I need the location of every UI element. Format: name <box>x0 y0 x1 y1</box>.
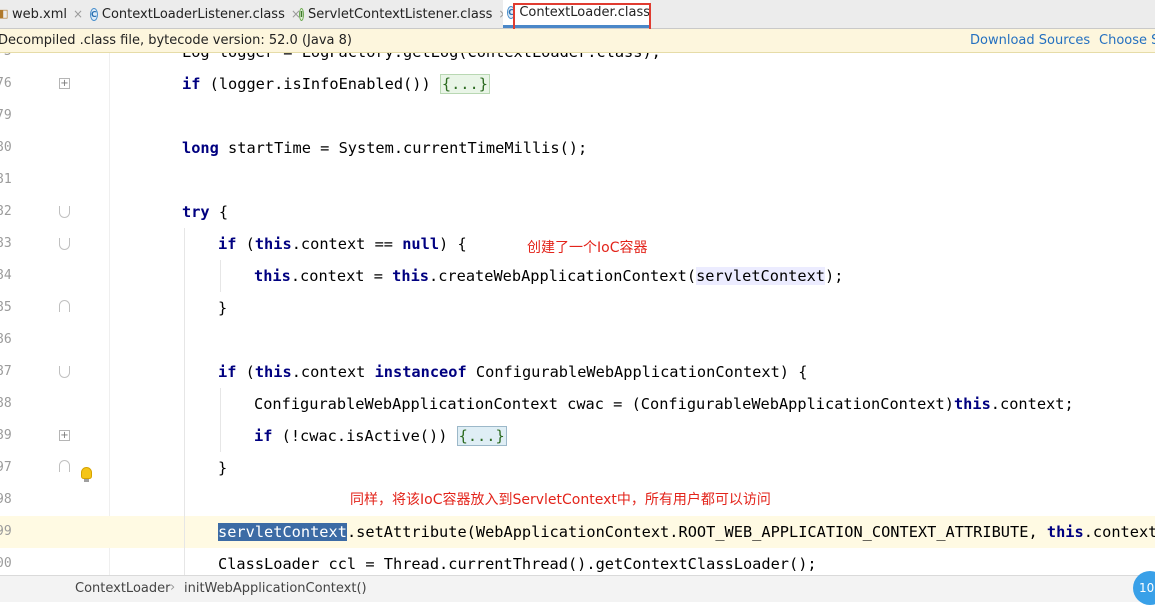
tab-label: ContextLoaderListener.class <box>101 6 285 22</box>
code-line: } <box>218 299 228 317</box>
indent-guide <box>220 388 221 452</box>
code-text: ) { <box>439 235 467 253</box>
code-text: { <box>209 203 229 221</box>
line-number: 00 <box>0 556 12 571</box>
code-line: try { <box>182 196 228 228</box>
line-number: 76 <box>0 76 12 91</box>
line-number: 88 <box>0 396 12 411</box>
keyword: try <box>182 203 210 221</box>
fold-collapse-icon[interactable] <box>59 206 70 218</box>
keyword: if <box>218 235 237 253</box>
keyword: if <box>218 363 237 381</box>
indent-guide <box>184 228 185 575</box>
tab-contextloaderlistener[interactable]: C ContextLoaderListener.class × <box>86 0 301 28</box>
keyword: this <box>254 267 291 285</box>
identifier-highlight[interactable]: servletContext <box>696 267 826 285</box>
chevron-right-icon: › <box>170 580 176 595</box>
line-number: 86 <box>0 332 12 347</box>
folded-block[interactable]: {...} <box>439 74 490 94</box>
keyword: this <box>392 267 429 285</box>
keyword: if <box>182 75 201 93</box>
folded-block[interactable]: {...} <box>456 426 507 446</box>
code-line: if (!cwac.isActive()) {...} <box>254 420 507 452</box>
code-line: servletContext.setAttribute(WebApplicati… <box>218 516 1155 548</box>
breadcrumb-class[interactable]: ContextLoader <box>75 581 170 596</box>
line-number: 81 <box>0 172 12 187</box>
xml-file-icon: ◧ <box>0 6 9 20</box>
class-file-icon: I <box>299 7 304 21</box>
line-number: 87 <box>0 364 12 379</box>
code-text: .context = <box>290 267 393 285</box>
choose-sources-link[interactable]: Choose S <box>1099 33 1155 48</box>
code-text: .context == <box>291 235 403 253</box>
code-text: ( <box>236 363 255 381</box>
line-number: 98 <box>0 492 12 507</box>
keyword: this <box>1046 523 1084 541</box>
annotation-put-servletcontext: 同样，将该IoC容器放入到ServletContext中，所有用户都可以访问 <box>350 492 771 508</box>
code-text: ConfigurableWebApplicationContext) { <box>466 363 808 381</box>
fold-gutter <box>50 53 110 575</box>
code-text: .createWebApplicationContext( <box>429 267 697 285</box>
annotation-create-ioc: 创建了一个IoC容器 <box>527 240 648 256</box>
fold-end-icon[interactable] <box>59 300 70 312</box>
fold-end-icon[interactable] <box>59 460 70 472</box>
fold-collapse-icon[interactable] <box>59 366 70 378</box>
download-sources-link[interactable]: Download Sources <box>970 33 1090 48</box>
close-icon[interactable]: × <box>73 7 83 21</box>
keyword: instanceof <box>374 363 467 381</box>
keyword: this <box>254 363 292 381</box>
line-number: 97 <box>0 460 12 475</box>
code-text: .context); <box>1083 523 1155 541</box>
fold-expand-icon[interactable]: + <box>59 78 70 89</box>
fold-expand-icon[interactable]: + <box>59 430 70 441</box>
code-text: ); <box>825 267 844 285</box>
code-text: ConfigurableWebApplicationContext cwac =… <box>254 395 954 413</box>
keyword: this <box>953 395 991 413</box>
code-line: if (logger.isInfoEnabled()) {...} <box>182 68 490 100</box>
tab-label: web.xml <box>12 6 67 22</box>
lightbulb-icon[interactable] <box>81 467 92 482</box>
line-number: 85 <box>0 300 12 315</box>
code-text: .setAttribute(WebApplicationContext.ROOT… <box>346 523 1047 541</box>
code-line: Log logger = LogFactory.getLog(ContextLo… <box>182 53 661 68</box>
decompiled-notice-bar: Decompiled .class file, bytecode version… <box>0 29 1155 53</box>
tab-web-xml[interactable]: ◧ web.xml × <box>0 0 83 28</box>
notice-text: Decompiled .class file, bytecode version… <box>0 33 352 48</box>
line-number: 80 <box>0 140 12 155</box>
code-editor[interactable]: 75 76 79 80 81 82 83 84 85 86 87 88 89 9… <box>0 53 1155 575</box>
keyword: long <box>182 139 219 157</box>
line-number: 82 <box>0 204 12 219</box>
indent-guide <box>220 260 221 292</box>
line-number: 89 <box>0 428 12 443</box>
tab-servletcontextlistener[interactable]: I ServletContextListener.class × <box>295 0 508 28</box>
code-text: (logger.isInfoEnabled()) <box>200 75 440 93</box>
line-number: 84 <box>0 268 12 283</box>
code-line: this.context = this.createWebApplication… <box>254 260 843 292</box>
line-number: 83 <box>0 236 12 251</box>
code-text: .context; <box>990 395 1074 413</box>
class-file-icon: C <box>90 7 98 21</box>
code-line: ClassLoader ccl = Thread.currentThread()… <box>218 555 817 573</box>
code-text: ( <box>236 235 255 253</box>
selected-identifier[interactable]: servletContext <box>218 523 347 541</box>
keyword: if <box>254 427 273 445</box>
code-line: ConfigurableWebApplicationContext cwac =… <box>254 388 1074 420</box>
code-text: (!cwac.isActive()) <box>272 427 457 445</box>
breadcrumb: ContextLoader › initWebApplicationContex… <box>0 575 1155 602</box>
keyword: null <box>402 235 440 253</box>
breadcrumb-method[interactable]: initWebApplicationContext() <box>184 581 367 596</box>
line-number: 75 <box>0 53 12 68</box>
code-text: startTime = System.currentTimeMillis(); <box>218 139 588 157</box>
code-line: if (this.context == null) { <box>218 228 467 260</box>
fold-collapse-icon[interactable] <box>59 238 70 250</box>
keyword: this <box>254 235 292 253</box>
code-line: if (this.context instanceof Configurable… <box>218 356 807 388</box>
code-line: } <box>218 459 228 477</box>
code-text: .context <box>291 363 375 381</box>
current-line-gutter <box>0 516 110 548</box>
tab-label: ServletContextListener.class <box>307 6 493 22</box>
code-line: long startTime = System.currentTimeMilli… <box>182 132 587 164</box>
line-number: 99 <box>0 524 12 539</box>
line-number: 79 <box>0 108 12 123</box>
